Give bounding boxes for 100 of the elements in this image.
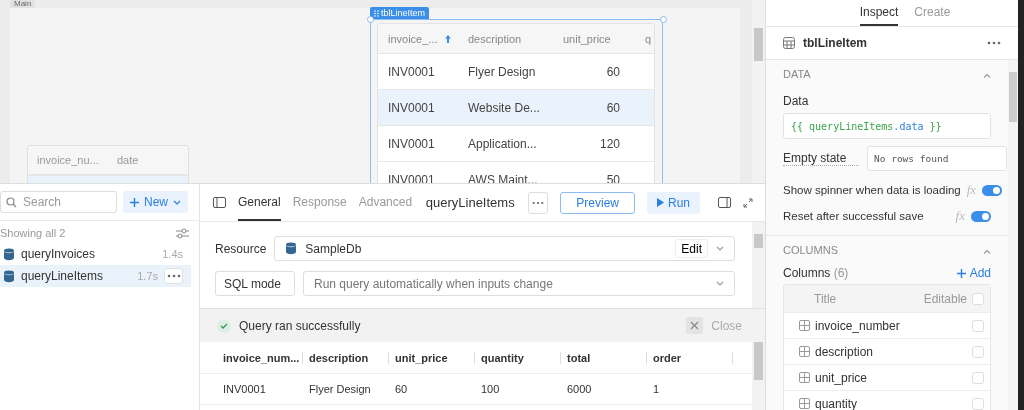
checkbox[interactable] bbox=[972, 319, 984, 332]
sort-up-arrow-icon[interactable] bbox=[443, 33, 452, 44]
query-title: queryLineItems bbox=[424, 195, 516, 210]
toggle-label: Show spinner when data is loading bbox=[783, 184, 961, 196]
column-header[interactable]: order bbox=[653, 351, 733, 364]
chevron-up-icon bbox=[983, 249, 991, 254]
code-field[interactable]: {{ queryLineItems.data }} bbox=[783, 113, 991, 139]
grid-icon bbox=[799, 372, 810, 383]
scrollbar[interactable] bbox=[1008, 60, 1018, 410]
inspector-tab[interactable]: Inspect bbox=[859, 0, 899, 26]
filter-sliders-icon[interactable] bbox=[176, 227, 189, 239]
table-cell-text: Flyer Design bbox=[309, 383, 372, 395]
database-icon bbox=[3, 269, 15, 283]
column-name[interactable]: unit_price bbox=[815, 370, 967, 385]
preview-button[interactable]: Preview bbox=[560, 191, 635, 214]
checkbox[interactable] bbox=[972, 292, 984, 305]
column-name[interactable]: quantity bbox=[815, 396, 967, 410]
grid-icon bbox=[799, 398, 810, 409]
table-cell-text: INV0001 bbox=[387, 136, 436, 151]
play-icon bbox=[657, 198, 664, 207]
field-label: Columns bbox=[783, 266, 831, 280]
table-cell-text: INV0001 bbox=[387, 172, 436, 183]
scrollbar[interactable] bbox=[752, 0, 765, 183]
scrollbar[interactable] bbox=[752, 222, 765, 308]
checkbox[interactable] bbox=[972, 345, 984, 358]
checkbox[interactable] bbox=[972, 371, 984, 384]
table-cell-text: 60 bbox=[395, 383, 409, 395]
column-header: Title bbox=[814, 291, 838, 306]
checkbox[interactable] bbox=[972, 397, 984, 410]
table-icon bbox=[783, 37, 795, 49]
editor-tab[interactable]: General bbox=[238, 184, 281, 221]
result-count: Showing all 2 bbox=[0, 227, 66, 239]
field-label: Empty state bbox=[783, 151, 859, 166]
chevron-down-icon bbox=[716, 281, 724, 286]
run-button[interactable]: Run bbox=[647, 191, 700, 214]
more-icon bbox=[166, 274, 181, 278]
scrollbar[interactable] bbox=[752, 342, 765, 410]
close-icon[interactable] bbox=[686, 317, 704, 334]
chevron-down-icon bbox=[716, 246, 724, 251]
search-icon bbox=[6, 197, 17, 208]
resize-handle[interactable] bbox=[660, 16, 667, 23]
drag-handle-icon[interactable] bbox=[374, 9, 379, 17]
table-cell-text: 100 bbox=[481, 383, 501, 395]
toggle-label: Reset after successful save bbox=[783, 210, 925, 222]
add-button[interactable]: Add bbox=[956, 266, 991, 280]
table-cell-text: 60 bbox=[605, 64, 621, 79]
database-icon bbox=[285, 242, 298, 255]
field-label: Resource bbox=[215, 241, 267, 256]
more-button[interactable] bbox=[528, 191, 549, 214]
new-button[interactable]: New bbox=[123, 191, 188, 213]
column-header[interactable]: invoice_num... bbox=[223, 351, 303, 364]
table-cell-text: INV0001 bbox=[387, 100, 436, 115]
chevron-up-icon bbox=[983, 73, 991, 78]
column-header[interactable]: quantity bbox=[481, 351, 561, 364]
query-item[interactable]: queryLineItems 1.7s bbox=[0, 265, 191, 287]
plus-icon bbox=[956, 268, 966, 278]
section-title: COLUMNS bbox=[783, 244, 838, 256]
column-header[interactable]: q bbox=[645, 32, 652, 45]
table-cell-text: 50 bbox=[605, 172, 621, 183]
expand-icon[interactable] bbox=[743, 197, 753, 208]
table-cell-text: INV0001 bbox=[387, 64, 436, 79]
table-cell-text: 1 bbox=[653, 383, 661, 395]
column-name[interactable]: invoice_number bbox=[815, 318, 967, 333]
resource-select[interactable]: SampleDb Edit bbox=[274, 236, 735, 261]
input-field[interactable]: No rows found bbox=[867, 146, 1007, 171]
table-cell-text: Website De... bbox=[467, 100, 541, 115]
panel-toggle-icon[interactable] bbox=[718, 197, 731, 208]
resize-handle[interactable] bbox=[367, 16, 374, 23]
column-header[interactable]: total bbox=[567, 351, 647, 364]
table-cell-text: AWS Maint... bbox=[467, 172, 539, 183]
table-cell-text: 60 bbox=[605, 100, 621, 115]
more-button[interactable] bbox=[164, 268, 183, 284]
column-name[interactable]: description bbox=[815, 344, 967, 359]
trigger-select[interactable]: Run query automatically when inputs change bbox=[303, 271, 735, 296]
search-field[interactable]: Search bbox=[0, 191, 117, 213]
more-icon bbox=[532, 200, 545, 205]
mode-select[interactable]: SQL mode bbox=[215, 271, 295, 296]
more-icon bbox=[987, 41, 1001, 45]
column-header: Editable bbox=[923, 291, 967, 306]
component-name: tblLineItem bbox=[803, 36, 868, 50]
table-row[interactable]: INV0001 Website De... 60 bbox=[378, 90, 654, 126]
table-row[interactable]: INV0001 Application... 120 bbox=[378, 126, 654, 162]
section-title: DATA bbox=[783, 68, 811, 80]
grid-icon bbox=[799, 346, 810, 357]
table-cell-text: Application... bbox=[467, 136, 538, 151]
field-label: Data bbox=[783, 94, 810, 108]
check-icon bbox=[217, 318, 231, 333]
column-count: (6) bbox=[833, 266, 849, 280]
table-cell-text: INV0001 bbox=[223, 383, 267, 395]
toggle-switch[interactable] bbox=[982, 184, 1003, 196]
column-header[interactable]: unit_price bbox=[395, 351, 475, 364]
sidebar-toggle-icon[interactable] bbox=[213, 197, 226, 208]
column-header[interactable]: description bbox=[309, 351, 389, 364]
toggle-switch[interactable] bbox=[971, 210, 991, 222]
edit-button[interactable]: Edit bbox=[675, 239, 708, 258]
table-cell-text: 120 bbox=[598, 136, 621, 151]
query-item[interactable]: queryInvoices 1.4s bbox=[0, 243, 191, 265]
status-message: Query ran successfully bbox=[239, 318, 362, 333]
chevron-down-icon bbox=[173, 199, 181, 205]
table-cell-text: 6000 bbox=[567, 383, 593, 395]
